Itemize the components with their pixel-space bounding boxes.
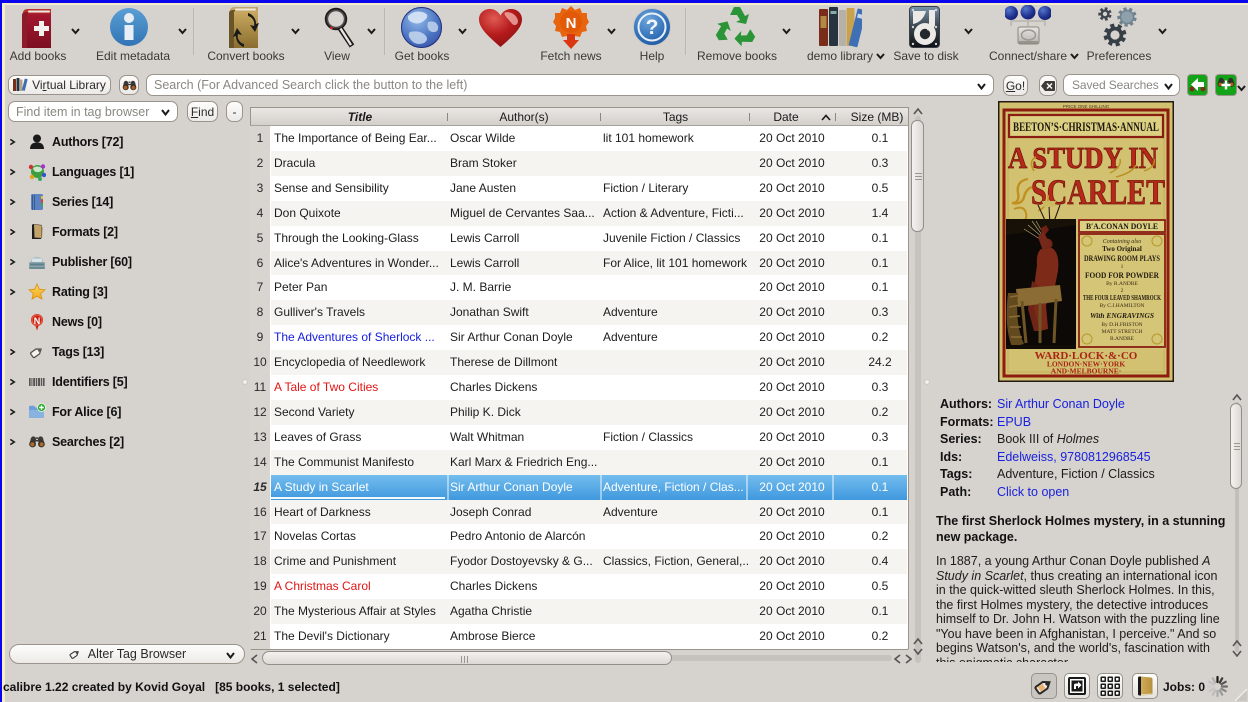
svg-text:FOOD FOR POWDER: FOOD FOR POWDER bbox=[1085, 270, 1160, 280]
svg-text:N: N bbox=[34, 316, 41, 326]
svg-text:BʹA.CONAN DOYLE: BʹA.CONAN DOYLE bbox=[1086, 221, 1158, 231]
svg-text:R.ANDRE: R.ANDRE bbox=[1110, 336, 1135, 342]
svg-text:N: N bbox=[566, 15, 577, 32]
svg-text:BEETON’S·CHRISTMAS·ANNUAL: BEETON’S·CHRISTMAS·ANNUAL bbox=[1013, 119, 1159, 134]
svg-text:A STUDY IN: A STUDY IN bbox=[1008, 140, 1158, 175]
svg-text:Two Original: Two Original bbox=[1102, 245, 1142, 253]
svg-text:MATT STRETCH: MATT STRETCH bbox=[1102, 329, 1143, 335]
svg-text:?: ? bbox=[646, 16, 659, 39]
svg-text:By D.H.FRISTON: By D.H.FRISTON bbox=[1101, 322, 1142, 328]
svg-text:By C.J.HAMILTON: By C.J.HAMILTON bbox=[1099, 303, 1144, 309]
svg-text:By R.ANDRE: By R.ANDRE bbox=[1106, 281, 1138, 287]
svg-text:THE FOUR LEAVED SHAMROCK: THE FOUR LEAVED SHAMROCK bbox=[1083, 294, 1161, 302]
svg-text:PRICE ONE SHILLING: PRICE ONE SHILLING bbox=[1063, 104, 1110, 109]
svg-text:DRAWING ROOM PLAYS: DRAWING ROOM PLAYS bbox=[1084, 254, 1160, 263]
svg-text:AND·MELBOURNE·: AND·MELBOURNE· bbox=[1051, 367, 1121, 376]
svg-text:With ENGRAVINGS: With ENGRAVINGS bbox=[1090, 311, 1154, 320]
